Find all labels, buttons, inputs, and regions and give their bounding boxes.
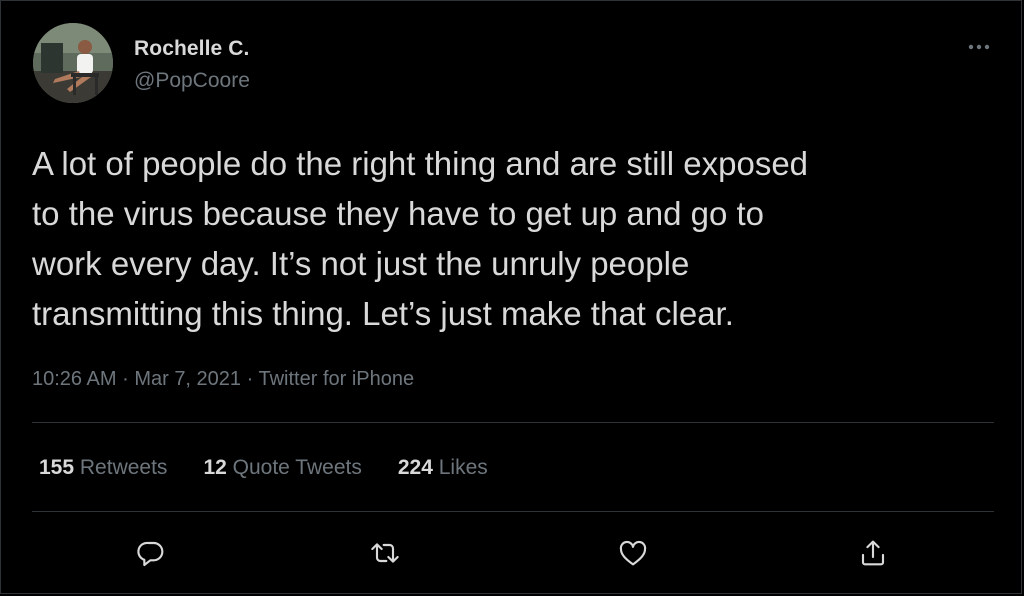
more-options-button[interactable] (959, 35, 999, 59)
tweet-meta: 10:26 AM · Mar 7, 2021 · Twitter for iPh… (32, 368, 414, 391)
share-icon (861, 540, 885, 566)
quote-tweets-stat[interactable]: 12 Quote Tweets (203, 456, 361, 480)
divider (32, 511, 994, 512)
quote-tweets-count: 12 (203, 456, 227, 479)
tweet-card: Rochelle C. @PopCoore A lot of people do… (0, 0, 1022, 594)
tweet-time-link[interactable]: 10:26 AM (32, 368, 117, 390)
user-handle[interactable]: @PopCoore (134, 69, 250, 93)
likes-count: 224 (397, 456, 433, 479)
meta-separator: · (246, 368, 254, 390)
reply-button[interactable] (131, 533, 171, 573)
display-name[interactable]: Rochelle C. (134, 37, 249, 61)
retweets-label: Retweets (79, 456, 168, 479)
retweet-button[interactable] (365, 533, 405, 573)
like-icon (619, 540, 647, 566)
retweets-count: 155 (39, 456, 75, 479)
like-button[interactable] (613, 533, 653, 573)
share-button[interactable] (853, 533, 893, 573)
quote-tweets-label: Quote Tweets (232, 456, 362, 479)
meta-separator: · (122, 368, 129, 390)
retweets-stat[interactable]: 155 Retweets (39, 456, 167, 480)
tweet-stats: 155 Retweets 12 Quote Tweets 224 Likes (39, 456, 488, 480)
likes-stat[interactable]: 224 Likes (398, 456, 488, 480)
retweet-icon (371, 543, 399, 563)
reply-icon (137, 541, 164, 567)
avatar-photo (33, 23, 113, 103)
tweet-text: A lot of people do the right thing and a… (32, 145, 809, 332)
tweet-actions (1, 533, 1024, 573)
avatar[interactable] (33, 23, 113, 103)
more-icon (968, 44, 990, 50)
likes-label: Likes (438, 456, 488, 479)
divider (32, 422, 994, 423)
tweet-source-link[interactable]: Twitter for iPhone (258, 368, 414, 390)
tweet-date-link[interactable]: Mar 7, 2021 (134, 368, 241, 390)
